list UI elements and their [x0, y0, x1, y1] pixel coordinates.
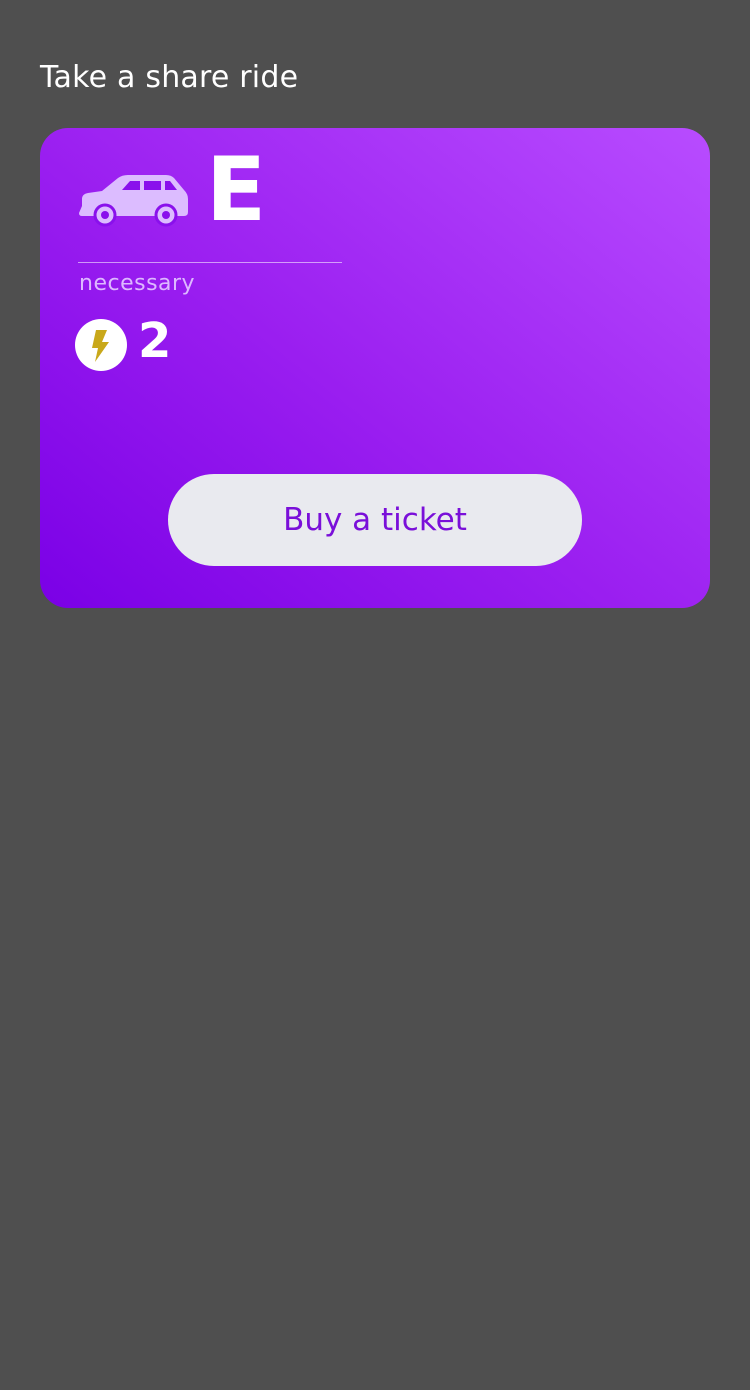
ride-card: E necessary 2 Buy a ticket: [40, 128, 710, 608]
vehicle-class-caption: necessary: [79, 271, 196, 296]
page: Take a share ride E necessary 2 Buy a ti: [0, 0, 750, 1390]
buy-ticket-button[interactable]: Buy a ticket: [168, 474, 582, 566]
vehicle-class-letter: E: [206, 138, 267, 241]
lightning-bolt-icon: [75, 319, 127, 371]
page-title: Take a share ride: [40, 60, 299, 95]
points-value: 2: [138, 313, 172, 369]
car-icon: [78, 168, 190, 228]
divider: [78, 262, 342, 263]
